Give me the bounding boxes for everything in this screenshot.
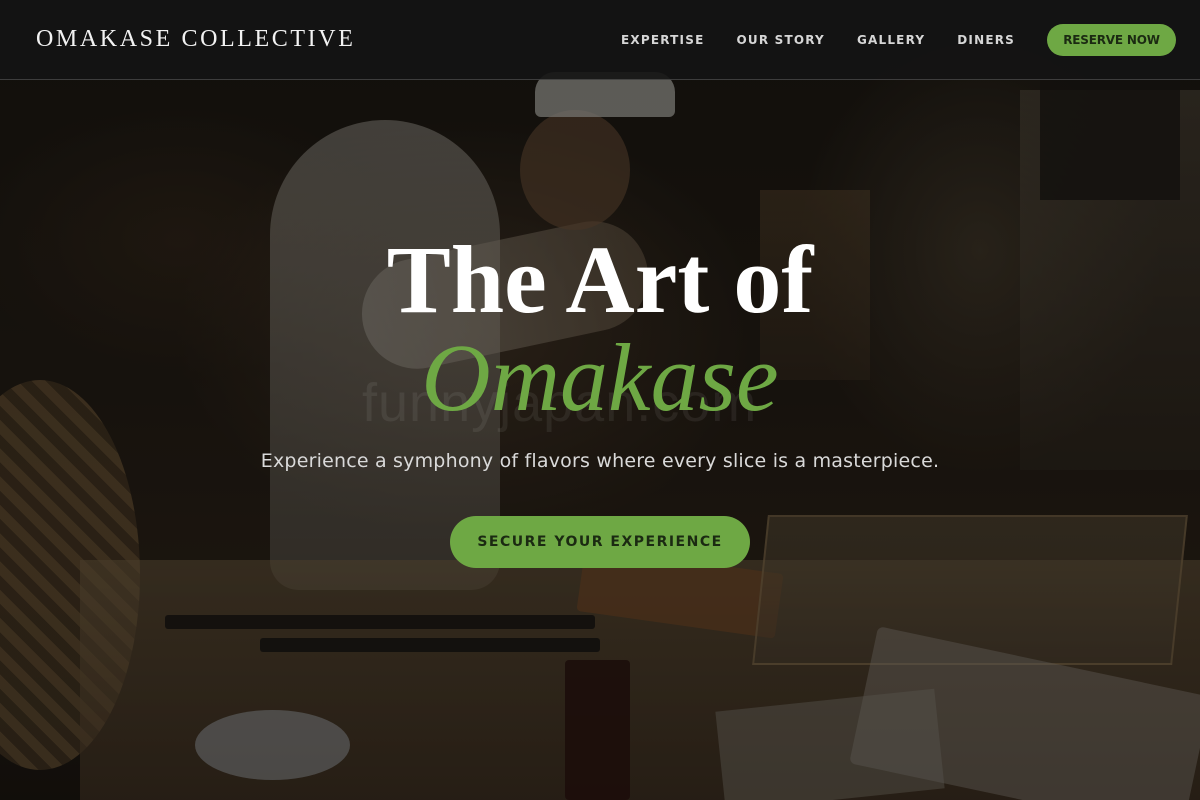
hero-content: The Art of Omakase Experience a symphony…: [0, 0, 1200, 800]
secure-experience-button[interactable]: SECURE YOUR EXPERIENCE: [450, 516, 750, 568]
hero-subtitle: Experience a symphony of flavors where e…: [260, 450, 940, 472]
hero-title-line1: The Art of: [386, 226, 814, 333]
hero-title-line2: Omakase: [421, 324, 779, 431]
